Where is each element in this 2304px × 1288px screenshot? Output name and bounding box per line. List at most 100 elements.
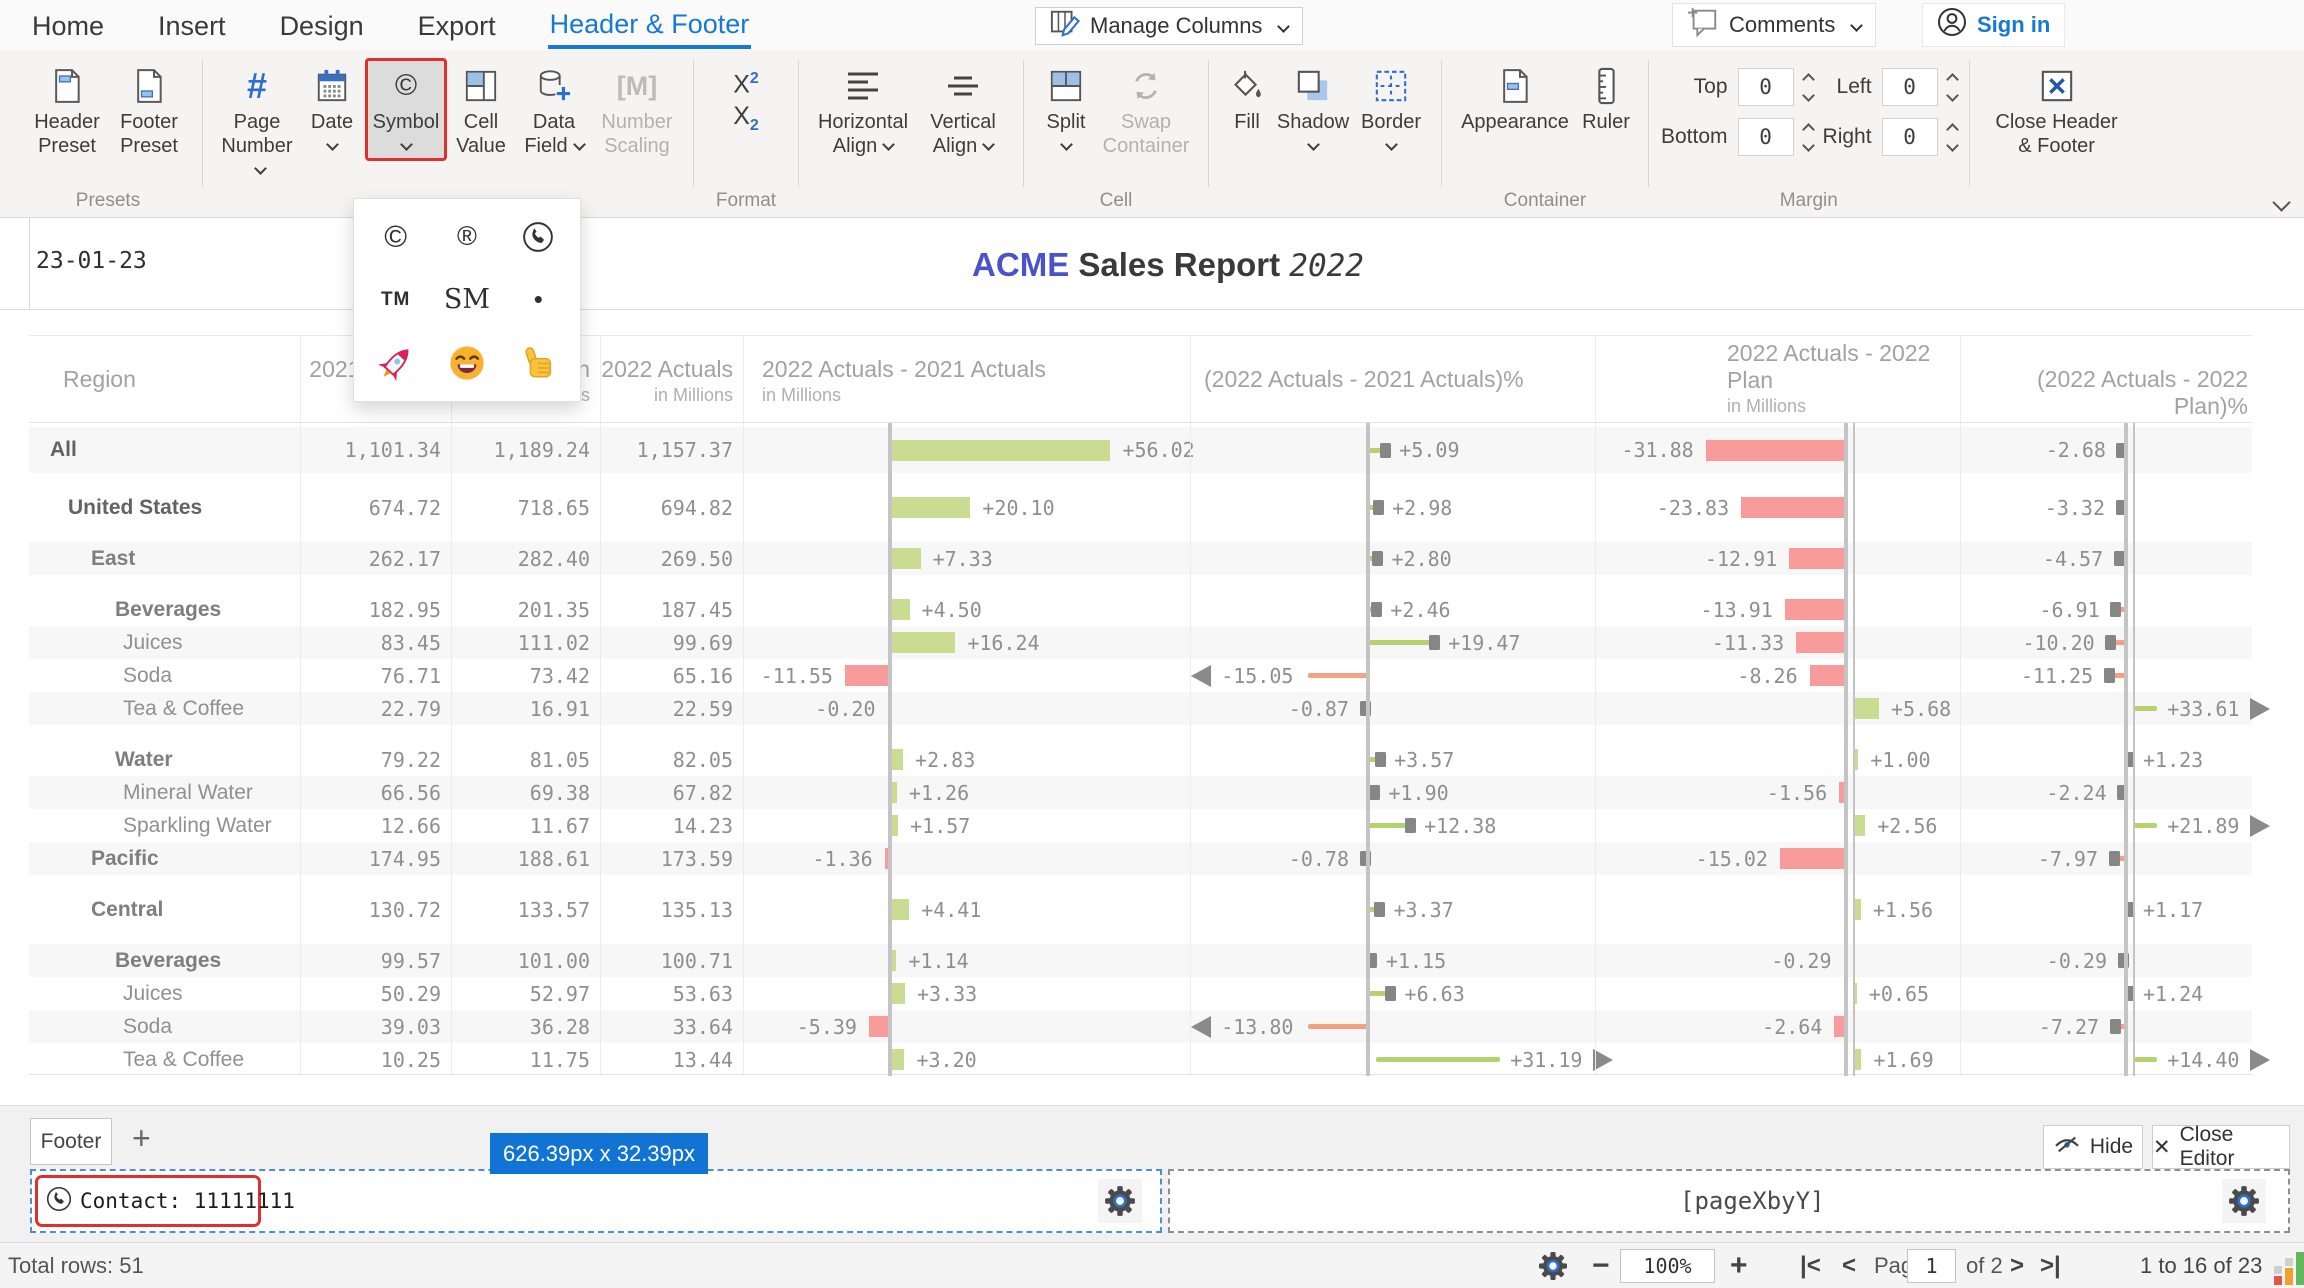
pin-marker xyxy=(1380,443,1391,458)
pin-value-label: +1.23 xyxy=(2143,743,2203,776)
hide-button[interactable]: Hide xyxy=(2043,1125,2143,1169)
chevron-down-icon xyxy=(1060,138,1073,151)
horizontal-align-label: Align xyxy=(833,134,893,158)
group-label: Format xyxy=(694,190,798,212)
split-label: Split xyxy=(1047,110,1086,134)
header-preset-button[interactable]: HeaderPreset xyxy=(26,58,108,158)
margin-right-decrement-icon[interactable] xyxy=(1946,139,1959,152)
horizontal-align-button[interactable]: HorizontalAlign xyxy=(811,58,915,158)
pin-line xyxy=(1368,823,1410,828)
border-button[interactable]: Border xyxy=(1353,58,1429,158)
menu-tab-design[interactable]: Design xyxy=(278,4,366,47)
margin-bottom-decrement-icon[interactable] xyxy=(1802,139,1815,152)
vertical-align-button[interactable]: VerticalAlign xyxy=(915,58,1011,158)
next-page-button[interactable]: > xyxy=(2010,1243,2024,1288)
column-header: Region xyxy=(63,336,136,423)
symbol-item-phone[interactable] xyxy=(506,207,570,267)
bar-cell: +0.65 xyxy=(1595,977,1960,1010)
split-button[interactable]: Split xyxy=(1036,58,1096,158)
symbol-item-rocket[interactable] xyxy=(364,333,428,393)
cell-value: 174.95 xyxy=(300,842,441,875)
cell-value: 36.28 xyxy=(451,1010,590,1043)
pin-value-label: +3.37 xyxy=(1393,893,1453,926)
comments-label: Comments xyxy=(1729,12,1835,38)
bar-cell: -13.91 xyxy=(1595,593,1960,626)
superscript-button[interactable]: X2 xyxy=(733,66,759,97)
footer-right-settings-gear-icon[interactable] xyxy=(2222,1179,2266,1223)
symbol-item-service-mark[interactable]: SM xyxy=(435,270,499,330)
manage-columns-button[interactable]: Manage Columns xyxy=(1035,7,1303,45)
margin-top-input[interactable]: 0 xyxy=(1738,68,1794,106)
cell-value-button[interactable]: CellValue xyxy=(447,58,515,158)
sign-in-button[interactable]: Sign in xyxy=(1922,3,2065,47)
footer-left-settings-gear-icon[interactable] xyxy=(1098,1179,1142,1223)
symbol-item-registered[interactable]: ® xyxy=(435,207,499,267)
pin-value-label: +2.98 xyxy=(1392,491,1452,524)
pin-line xyxy=(2134,823,2157,828)
first-page-button[interactable]: |< xyxy=(1800,1243,1821,1288)
margin-left-decrement-icon[interactable] xyxy=(1946,89,1959,102)
table-row-beverages: Beverages99.57101.00100.71+1.14+1.15-0.2… xyxy=(29,944,2252,977)
last-page-button[interactable]: >| xyxy=(2040,1243,2061,1288)
menu-tab-home[interactable]: Home xyxy=(30,4,106,47)
cell-value: 22.79 xyxy=(300,692,441,725)
status-settings-gear-icon[interactable] xyxy=(1538,1243,1568,1288)
date-button[interactable]: Date xyxy=(299,58,365,158)
subscript-button[interactable]: X2 xyxy=(733,103,759,139)
margin-left-increment-icon[interactable] xyxy=(1946,73,1959,86)
cell-value: 282.40 xyxy=(451,542,590,575)
pin-value-label: +31.19 xyxy=(1510,1043,1582,1076)
symbol-item-trademark[interactable]: TM xyxy=(364,270,428,330)
menu-tab-export[interactable]: Export xyxy=(416,4,498,47)
column-gridline xyxy=(300,336,301,1076)
cell-value: 101.00 xyxy=(451,944,590,977)
footer-section-right[interactable]: [pageXbyY] xyxy=(1168,1169,2290,1233)
contact-footer-element[interactable]: Contact: 11111111 xyxy=(35,1175,261,1227)
pin-cell: -0.29 xyxy=(1960,944,2252,977)
delta-bar-negative xyxy=(869,1016,890,1037)
previous-page-button[interactable]: < xyxy=(1842,1243,1856,1288)
delta-bar-positive xyxy=(892,440,1110,461)
menu-tab-insert[interactable]: Insert xyxy=(156,4,228,47)
superscript-subscript-button[interactable]: X2X2 xyxy=(706,58,786,139)
cell-value: 52.97 xyxy=(451,977,590,1010)
table-row-mineral-water: Mineral Water66.5669.3867.82+1.26+1.90-1… xyxy=(29,776,2252,809)
footer-preset-button[interactable]: FooterPreset xyxy=(108,58,190,158)
add-footer-icon[interactable]: + xyxy=(132,1120,151,1157)
margin-right-input[interactable]: 0 xyxy=(1882,118,1938,156)
margin-left-input[interactable]: 0 xyxy=(1882,68,1938,106)
vertical-align-icon xyxy=(946,62,980,110)
appearance-button[interactable]: Appearance xyxy=(1454,58,1576,134)
margin-top-decrement-icon[interactable] xyxy=(1802,89,1815,102)
symbol-item-thumbs-up[interactable] xyxy=(506,333,570,393)
fill-button[interactable]: Fill xyxy=(1221,58,1273,134)
page-number-input[interactable]: 1 xyxy=(1907,1249,1956,1283)
close-editor-button[interactable]: ✕ Close Editor xyxy=(2152,1125,2290,1169)
zoom-out-button[interactable]: − xyxy=(1592,1243,1610,1288)
footer-section-left[interactable]: Contact: 11111111 xyxy=(30,1169,1162,1233)
pin-cell: +12.38 xyxy=(1190,809,1595,842)
cell-value: 82.05 xyxy=(600,743,733,776)
bar-cell: +2.56 xyxy=(1595,809,1960,842)
symbol-item-bullet[interactable]: • xyxy=(506,270,570,330)
report-title: ACME Sales Report 2022 xyxy=(972,246,1364,284)
symbol-item-smiley[interactable] xyxy=(435,333,499,393)
symbol-item-copyright[interactable]: © xyxy=(364,207,428,267)
data-field-button[interactable]: DataField xyxy=(515,58,593,158)
margin-right-increment-icon[interactable] xyxy=(1946,123,1959,136)
margin-top-increment-icon[interactable] xyxy=(1802,73,1815,86)
menu-tab-header-footer[interactable]: Header & Footer xyxy=(548,2,752,49)
zoom-level-value[interactable]: 100% xyxy=(1620,1249,1715,1283)
margin-bottom-increment-icon[interactable] xyxy=(1802,123,1815,136)
pin-marker xyxy=(2105,635,2116,650)
comments-button[interactable]: Comments xyxy=(1672,3,1876,47)
shadow-button[interactable]: Shadow xyxy=(1273,58,1353,158)
symbol-button[interactable]: ©Symbol xyxy=(365,58,447,161)
row-label: Central xyxy=(91,893,163,926)
ruler-button[interactable]: Ruler xyxy=(1576,58,1636,134)
close-header-footer-button[interactable]: Close Header& Footer xyxy=(1982,58,2132,158)
zoom-in-button[interactable]: + xyxy=(1730,1243,1748,1288)
margin-bottom-input[interactable]: 0 xyxy=(1738,118,1794,156)
page-number-button[interactable]: #PageNumber xyxy=(215,58,299,182)
footer-tab[interactable]: Footer xyxy=(30,1118,112,1165)
